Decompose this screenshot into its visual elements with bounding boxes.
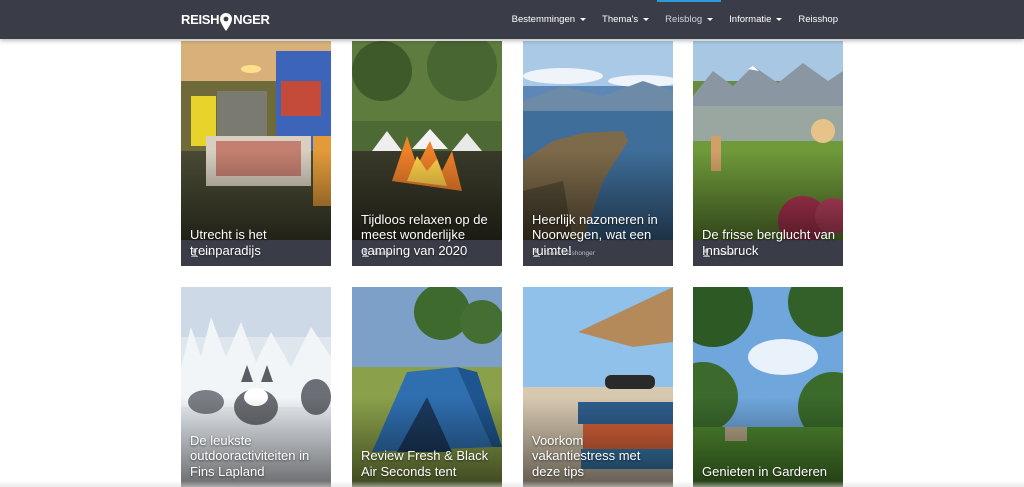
main-nav: Bestemmingen Thema's Reisblog Informatie… (504, 0, 846, 39)
card-title[interactable]: Genieten in Garderen (702, 464, 837, 480)
card-image (693, 41, 843, 240)
card-title[interactable]: Utrecht is het treinparadijs (190, 227, 325, 258)
card-title[interactable]: Heerlijk nazomeren in Noorwegen, wat een… (532, 212, 667, 259)
caret-down-icon (707, 18, 714, 21)
top-navbar: REISH NGER Bestemmingen Thema's Reisblog… (0, 0, 1024, 39)
nav-themas[interactable]: Thema's (594, 0, 657, 39)
blog-card[interactable]: Utrecht is het treinparadijs Jos (181, 41, 331, 266)
caret-down-icon (643, 18, 650, 21)
site-logo[interactable]: REISH NGER (181, 8, 270, 31)
caret-down-icon (776, 18, 783, 21)
nav-bestemmingen[interactable]: Bestemmingen (504, 0, 594, 39)
card-image (523, 41, 673, 240)
blog-card[interactable]: De leukste outdooractiviteiten in Fins L… (181, 287, 331, 487)
map-pin-icon (220, 13, 233, 31)
bottom-fade (0, 481, 1024, 487)
logo-text-right: NGER (233, 11, 270, 27)
blog-card[interactable]: Review Fresh & Black Air Seconds tent (352, 287, 502, 487)
card-title[interactable]: Voorkom vakantiestress met deze tips (532, 433, 667, 480)
card-image (693, 287, 843, 487)
caret-down-icon (580, 18, 587, 21)
card-title[interactable]: De frisse berglucht van Innsbruck (702, 227, 837, 258)
blog-card[interactable]: De frisse berglucht van Innsbruck Dionne (693, 41, 843, 266)
card-image (352, 41, 502, 240)
blog-card[interactable]: Heerlijk nazomeren in Noorwegen, wat een… (523, 41, 673, 266)
nav-informatie[interactable]: Informatie (721, 0, 790, 39)
card-title[interactable]: Review Fresh & Black Air Seconds tent (361, 448, 496, 479)
nav-reisblog[interactable]: Reisblog (657, 0, 722, 39)
card-title[interactable]: Tijdloos relaxen op de meest wonderlijke… (361, 212, 496, 259)
card-title[interactable]: De leukste outdooractiviteiten in Fins L… (190, 433, 325, 480)
logo-text-left: REISH (181, 11, 220, 27)
nav-reisshop[interactable]: Reisshop (790, 0, 846, 39)
blog-card[interactable]: Tijdloos relaxen op de meest wonderlijke… (352, 41, 502, 266)
blog-card[interactable]: Genieten in Garderen (693, 287, 843, 487)
card-image (181, 41, 331, 240)
blog-card[interactable]: Voorkom vakantiestress met deze tips (523, 287, 673, 487)
